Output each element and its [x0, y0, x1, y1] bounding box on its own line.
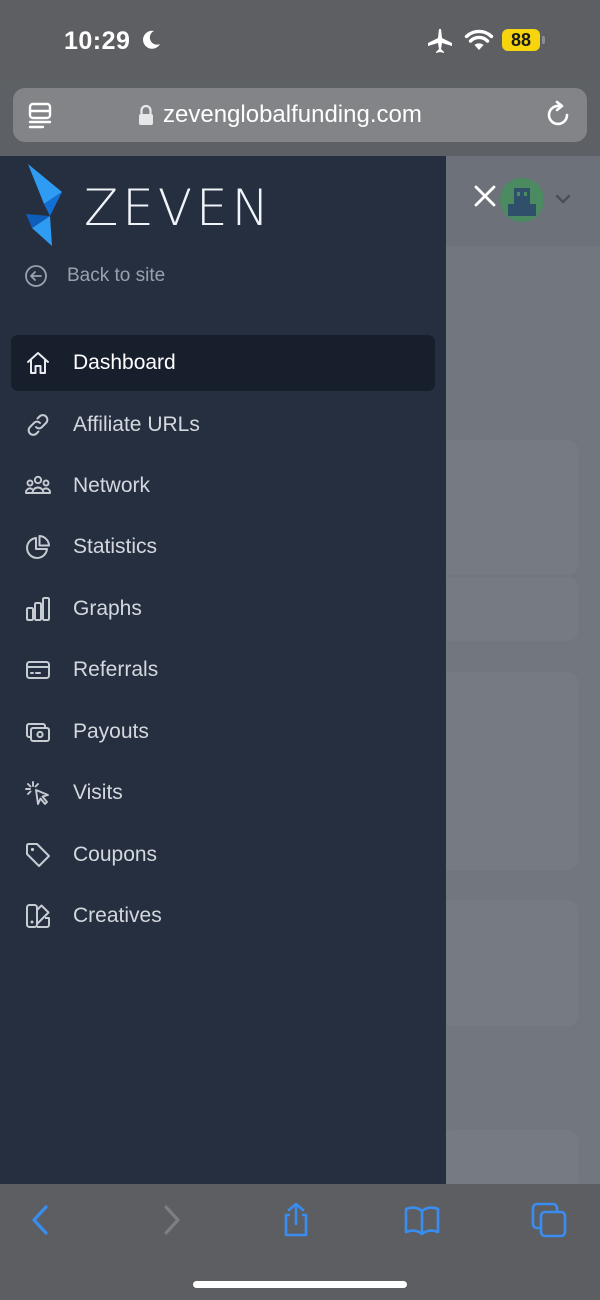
sidebar-item-label: Dashboard [73, 351, 176, 374]
sidebar-item-dashboard[interactable]: Dashboard [11, 335, 435, 391]
sidebar-item-label: Visits [73, 781, 123, 804]
back-to-site-label: Back to site [67, 265, 166, 286]
battery-indicator: 88 [502, 29, 540, 51]
sidebar-item-label: Graphs [73, 597, 142, 620]
sidebar-item-label: Payouts [73, 720, 149, 743]
link-icon [27, 414, 49, 436]
sidebar-item-payouts[interactable]: Payouts [11, 704, 435, 760]
home-icon [27, 352, 49, 374]
sidebar-item-referrals[interactable]: Referrals [11, 642, 435, 698]
arrow-left-circle-icon [25, 265, 47, 287]
sidebar-item-label: Statistics [73, 535, 158, 558]
home-indicator [193, 1281, 407, 1288]
back-to-site-link[interactable]: Back to site [24, 262, 165, 290]
url-text[interactable]: zevenglobalfunding.com [163, 101, 422, 129]
back-arrow-icon[interactable] [22, 1202, 58, 1238]
wifi-icon [464, 29, 494, 50]
bar-chart-icon [26, 597, 50, 621]
content-card [440, 1130, 578, 1190]
content-card [440, 577, 578, 641]
swatch-icon [26, 904, 50, 928]
logo-text: ZEVEN [84, 179, 274, 237]
avatar[interactable] [500, 178, 544, 222]
content-card [440, 672, 578, 870]
zeven-logo[interactable]: ZEVEN [22, 164, 312, 246]
battery-cap [542, 36, 545, 44]
forward-arrow-icon[interactable] [154, 1202, 190, 1238]
sidebar-item-label: Creatives [73, 904, 162, 927]
status-bar: 10:29 88 [0, 0, 600, 82]
credit-card-icon [26, 661, 50, 679]
share-icon[interactable] [278, 1202, 314, 1238]
sidebar-item-label: Network [73, 474, 151, 497]
sidebar-item-graphs[interactable]: Graphs [11, 581, 435, 637]
content-card [440, 900, 578, 1026]
users-icon [25, 475, 51, 494]
pie-chart-icon [26, 535, 50, 559]
sidebar-item-coupons[interactable]: Coupons [11, 827, 435, 883]
moon-icon [143, 30, 160, 49]
tag-icon [26, 843, 50, 867]
lock-icon [139, 104, 153, 125]
sidebar-item-label: Referrals [73, 658, 159, 681]
chevron-down-icon[interactable] [555, 193, 571, 205]
sidebar-item-statistics[interactable]: Statistics [11, 519, 435, 575]
reader-mode-icon[interactable] [27, 101, 55, 129]
cursor-click-icon [25, 781, 49, 805]
close-icon[interactable] [472, 183, 498, 209]
sidebar-item-creatives[interactable]: Creatives [11, 888, 435, 944]
tabs-icon[interactable] [531, 1202, 567, 1238]
content-card [440, 440, 578, 575]
sidebar-item-network[interactable]: Network [11, 458, 435, 514]
reload-icon[interactable] [545, 100, 573, 130]
clock-time: 10:29 [64, 27, 131, 55]
sidebar-drawer: ZEVEN Back to site Dashboard Affiliate U… [0, 156, 446, 1184]
sidebar-item-affiliate-urls[interactable]: Affiliate URLs [11, 397, 435, 453]
sidebar-item-label: Affiliate URLs [73, 413, 200, 436]
airplane-icon [428, 29, 452, 53]
cash-icon [26, 723, 50, 742]
url-bar[interactable]: zevenglobalfunding.com [13, 88, 587, 142]
sidebar-item-visits[interactable]: Visits [11, 765, 435, 821]
sidebar-item-label: Coupons [73, 843, 158, 866]
bookmarks-icon[interactable] [404, 1202, 440, 1238]
